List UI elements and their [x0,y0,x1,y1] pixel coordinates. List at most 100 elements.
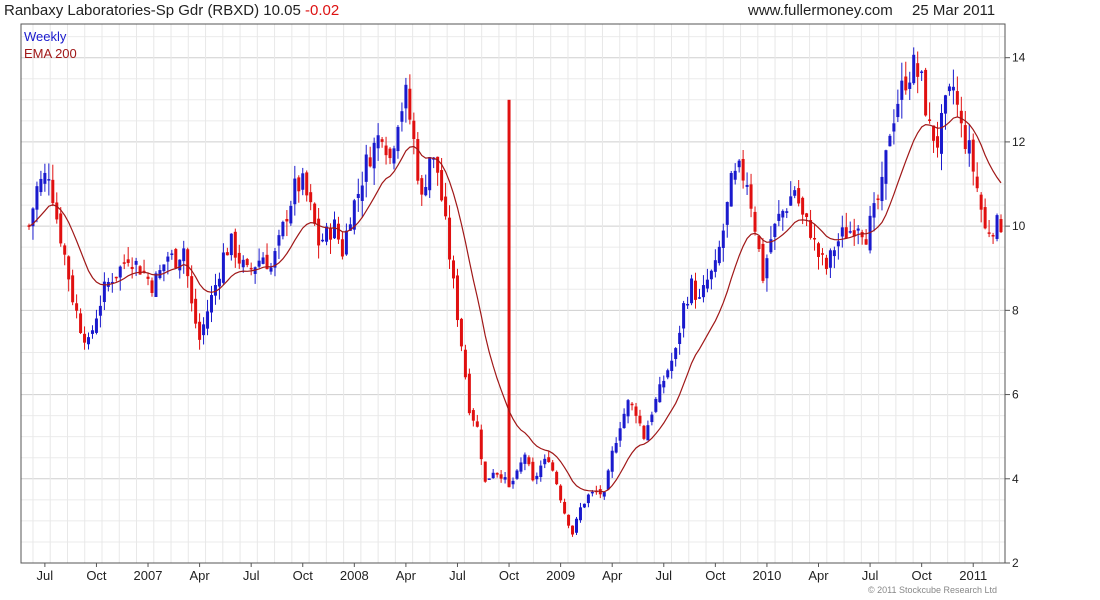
candle-body [269,267,273,272]
candle-body [737,160,741,168]
candle-body [753,211,757,232]
candle-body [94,318,98,333]
candle-body [888,135,892,147]
candle-body [301,173,305,190]
x-tick-label: Oct [499,568,520,583]
candle-body [638,415,642,424]
candle-body [547,457,551,463]
candle-body [39,178,43,193]
candle-body [856,228,860,231]
candle-body [836,241,840,247]
candle-body [840,227,844,237]
candle-body [729,173,733,207]
candle-body [721,230,725,248]
candle-body [586,494,590,504]
candle-body [682,303,686,329]
x-tick-label: Apr [189,568,210,583]
candle-body [717,246,721,264]
candle-body [237,252,241,264]
x-tick-label: Oct [912,568,933,583]
candle-body [289,205,293,224]
x-tick-label: Oct [705,568,726,583]
candle-body [662,380,666,388]
candle-body [392,148,396,164]
candle-body [499,474,503,479]
candle-body [233,231,237,258]
y-tick-label: 12 [1012,135,1026,149]
candle-body [709,270,713,280]
candle-body [178,259,182,271]
candle-body [209,295,213,313]
candle-body [531,461,535,481]
candle-body [118,266,122,278]
candle-body [150,280,154,293]
candle-body [947,86,951,92]
candle-body [777,213,781,221]
candle-body [412,120,416,139]
candle-body [396,126,400,152]
candle-body [539,465,543,478]
x-tick-label: 2007 [134,568,163,583]
candle-body [444,196,448,217]
candle-body [618,428,622,441]
candle-body [983,207,987,229]
candle-body [892,123,896,132]
candle-body [249,267,253,270]
candle-body [420,178,424,195]
candle-body [404,84,408,109]
candle-body [98,305,102,316]
candle-body [686,303,690,306]
candle-body [908,82,912,89]
candle-body [87,337,91,345]
candle-body [670,360,674,372]
candle-body [245,259,249,266]
candle-body [146,276,150,279]
x-tick-label: Jul [37,568,54,583]
spike-candle [507,99,511,488]
x-tick-label: Apr [602,568,623,583]
candle-body [122,262,126,264]
candle-body [571,525,575,535]
candle-body [90,330,94,334]
y-tick-label: 4 [1012,472,1019,486]
candle-body [75,303,79,311]
candle-body [622,413,626,429]
y-tick-label: 8 [1012,303,1019,317]
candle-body [388,148,392,159]
candle-body [630,403,634,406]
x-tick-label: 2008 [340,568,369,583]
candle-body [400,111,404,122]
candle-body [745,184,749,187]
candle-body [241,259,245,268]
candle-body [690,278,694,304]
candle-body [900,80,904,100]
candle-body [967,140,971,154]
candle-body [797,188,801,204]
candle-body [535,475,539,480]
candle-body [701,285,705,298]
candle-body [309,192,313,203]
candle-body [928,119,932,121]
candle-body [277,235,281,246]
candle-body [190,276,194,304]
candle-body [221,252,225,283]
x-axis: Jul Oct 2007 Apr Jul Oct 2008 Apr Jul Oct 2009 Apr J… [37,563,987,583]
candle-body [574,518,578,533]
candle-body [872,203,876,218]
candle-body [297,177,301,192]
candle-body [340,239,344,257]
candle-body [920,71,924,73]
candle-body [963,125,967,150]
candle-body [455,275,459,321]
candle-body [483,461,487,482]
x-tick-label: 2011 [959,568,987,583]
candle-body [479,429,483,460]
candle-body [995,215,999,239]
y-tick-label: 10 [1012,219,1026,233]
candle-body [824,257,828,270]
candle-body [71,275,75,303]
candle-body [79,313,83,334]
candle-body [939,112,943,154]
candle-body [130,266,134,270]
candle-body [551,462,555,471]
